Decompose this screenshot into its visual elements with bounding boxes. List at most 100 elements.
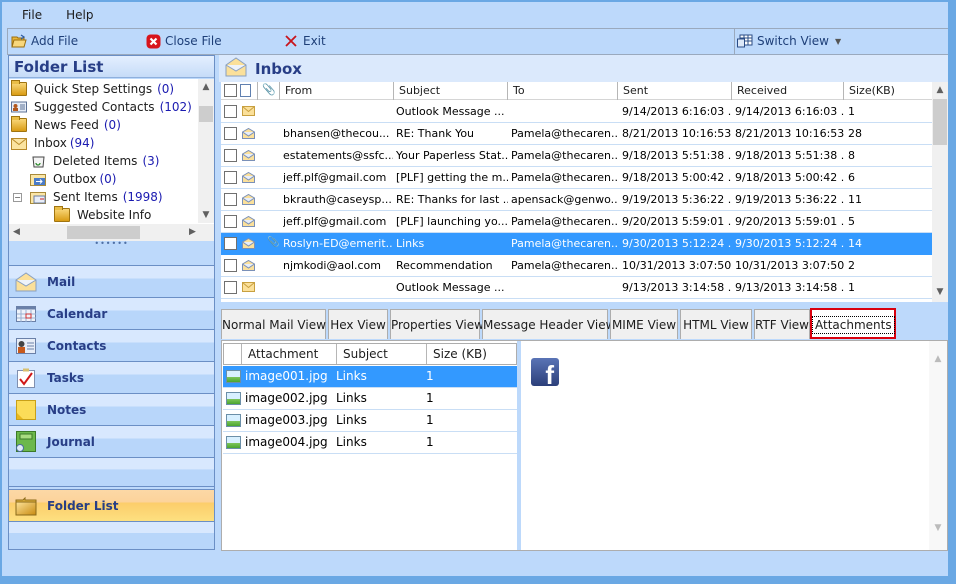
row-checkbox[interactable] bbox=[224, 259, 237, 272]
message-row[interactable]: 📎 Roslyn-ED@emerit... Links Pamela@thecaren… bbox=[221, 233, 932, 255]
tree-vertical-scrollbar[interactable]: ▲ ▼ bbox=[198, 79, 214, 223]
message-row[interactable]: jeff.plf@gmail.com [PLF] launching yo... P… bbox=[221, 211, 932, 233]
cell-subject: Links bbox=[336, 369, 367, 383]
attachment-row[interactable]: image001.jpg Links 1 bbox=[223, 366, 517, 388]
cell-size: 1 bbox=[426, 413, 434, 427]
tree-item-inbox[interactable]: Inbox (94) bbox=[11, 134, 94, 152]
column-subject[interactable]: Subject bbox=[336, 344, 427, 364]
attachment-row[interactable]: image003.jpg Links 1 bbox=[223, 410, 517, 432]
message-row[interactable]: bhansen@thecou... RE: Thank You Pamela@the… bbox=[221, 123, 932, 145]
message-row[interactable]: estatements@ssfc... Your Paperless Stat..… bbox=[221, 145, 932, 167]
tab-normal-mail-view[interactable]: Normal Mail View bbox=[221, 309, 326, 339]
scroll-thumb[interactable] bbox=[933, 99, 947, 145]
menu-file[interactable]: File bbox=[22, 8, 42, 22]
add-file-button[interactable]: Add File bbox=[11, 33, 78, 49]
switch-view-button[interactable]: Switch View ▼ bbox=[737, 33, 841, 49]
tree-item-suggested-contacts[interactable]: Suggested Contacts (102) bbox=[11, 98, 192, 116]
row-checkbox[interactable] bbox=[224, 149, 237, 162]
inbox-envelope-icon bbox=[225, 57, 247, 80]
scroll-down-icon[interactable]: ▼ bbox=[198, 207, 214, 223]
select-all-checkbox[interactable] bbox=[224, 84, 237, 97]
cell-from bbox=[283, 277, 393, 298]
scroll-left-icon[interactable]: ◀ bbox=[13, 224, 20, 241]
scroll-down-icon[interactable]: ▼ bbox=[932, 284, 948, 300]
grid-vertical-scrollbar[interactable]: ▲ ▼ bbox=[932, 82, 948, 302]
row-checkbox[interactable] bbox=[224, 237, 237, 250]
pane-splitter[interactable]: •••••• bbox=[9, 240, 214, 249]
attachment-row[interactable]: image002.jpg Links 1 bbox=[223, 388, 517, 410]
message-row[interactable]: Outlook Message ... 9/14/2013 6:16:03 ...… bbox=[221, 101, 932, 123]
row-checkbox[interactable] bbox=[224, 127, 237, 140]
nav-contacts[interactable]: Contacts bbox=[9, 329, 214, 361]
close-file-button[interactable]: Close File bbox=[145, 33, 222, 49]
tree-item-label: Website Info bbox=[77, 208, 152, 222]
row-checkbox[interactable] bbox=[224, 171, 237, 184]
tab-message-header-view[interactable]: Message Header View bbox=[482, 309, 615, 339]
column-size[interactable]: Size (KB) bbox=[426, 344, 516, 364]
row-checkbox[interactable] bbox=[224, 105, 237, 118]
nav-label: Calendar bbox=[47, 306, 108, 321]
menu-help[interactable]: Help bbox=[66, 8, 93, 22]
scroll-thumb[interactable] bbox=[67, 226, 140, 239]
read-mail-icon bbox=[242, 149, 255, 161]
column-size[interactable]: Size(KB) bbox=[843, 82, 932, 100]
tree-item-quick-step-settings[interactable]: Quick Step Settings (0) bbox=[11, 80, 174, 98]
column-attachment[interactable]: Attachment bbox=[241, 344, 337, 364]
column-subject[interactable]: Subject bbox=[393, 82, 507, 100]
nav-calendar[interactable]: Calendar bbox=[9, 297, 214, 329]
read-mail-icon bbox=[242, 259, 255, 271]
cell-name: image001.jpg bbox=[245, 369, 328, 383]
collapse-icon[interactable]: − bbox=[13, 192, 22, 202]
tree-item-outbox[interactable]: Outbox (0) bbox=[30, 170, 116, 188]
message-row[interactable]: njmkodi@aol.com Recommendation Pamela@thec… bbox=[221, 255, 932, 277]
nav-tasks[interactable]: Tasks bbox=[9, 361, 214, 393]
tab-rtf-view[interactable]: RTF View bbox=[754, 309, 810, 339]
nav-folder-list[interactable]: Folder List bbox=[9, 489, 214, 521]
scroll-up-icon[interactable]: ▲ bbox=[198, 79, 214, 95]
scroll-up-icon[interactable]: ▲ bbox=[930, 351, 946, 367]
tab-html-view[interactable]: HTML View bbox=[680, 309, 752, 339]
cell-from: Roslyn-ED@emerit... bbox=[283, 237, 393, 250]
tree-item-website-info[interactable]: Website Info bbox=[54, 206, 151, 224]
message-row[interactable]: bkrauth@caseysp... RE: Thanks for last ..… bbox=[221, 189, 932, 211]
attachment-row[interactable]: image004.jpg Links 1 bbox=[223, 432, 517, 454]
cell-size: 2 bbox=[848, 259, 855, 272]
facebook-logo-image: f bbox=[531, 358, 559, 386]
column-from[interactable]: From bbox=[279, 82, 393, 100]
row-checkbox[interactable] bbox=[224, 193, 237, 206]
row-checkbox[interactable] bbox=[224, 281, 237, 294]
mail-icon bbox=[15, 271, 37, 293]
cell-sent: 9/18/2013 5:00:42 ... bbox=[622, 171, 732, 184]
scroll-thumb[interactable] bbox=[199, 106, 213, 122]
inbox-icon bbox=[11, 136, 27, 150]
tree-item-label: Outbox bbox=[53, 172, 97, 186]
tree-item-deleted-items[interactable]: Deleted Items (3) bbox=[30, 152, 159, 170]
column-received[interactable]: Received bbox=[731, 82, 843, 100]
attachment-column-icon[interactable]: 📎 bbox=[262, 83, 276, 96]
outbox-icon bbox=[30, 172, 46, 186]
tree-item-count: (0) bbox=[99, 172, 117, 186]
message-row[interactable]: jeff.plf@gmail.com [PLF] getting the m...… bbox=[221, 167, 932, 189]
column-sent[interactable]: Sent bbox=[617, 82, 731, 100]
tab-attachments[interactable]: Attachments bbox=[810, 308, 896, 339]
tab-mime-view[interactable]: MIME View bbox=[610, 309, 678, 339]
preview-scrollbar[interactable]: ▲ ▼ bbox=[929, 341, 947, 550]
scroll-up-icon[interactable]: ▲ bbox=[932, 82, 948, 98]
scroll-right-icon[interactable]: ▶ bbox=[189, 224, 196, 241]
nav-notes[interactable]: Notes bbox=[9, 393, 214, 425]
tab-hex-view[interactable]: Hex View bbox=[328, 309, 388, 339]
tree-item-sent-items[interactable]: − Sent Items (1998) bbox=[13, 188, 163, 206]
exit-button[interactable]: Exit bbox=[283, 33, 326, 49]
scroll-down-icon[interactable]: ▼ bbox=[930, 520, 946, 536]
column-to[interactable]: To bbox=[507, 82, 617, 100]
row-checkbox[interactable] bbox=[224, 215, 237, 228]
message-row[interactable]: Outlook Message ... 9/13/2013 3:14:58 ...… bbox=[221, 277, 932, 299]
tab-properties-view[interactable]: Properties View bbox=[390, 309, 484, 339]
tree-item-news-feed[interactable]: News Feed (0) bbox=[11, 116, 121, 134]
nav-mail[interactable]: Mail bbox=[9, 265, 214, 297]
cell-name: image002.jpg bbox=[245, 391, 328, 405]
close-file-label: Close File bbox=[165, 34, 222, 48]
exit-x-icon bbox=[283, 33, 299, 49]
nav-journal[interactable]: Journal bbox=[9, 425, 214, 457]
cell-received: 9/13/2013 3:14:58 ... bbox=[735, 281, 845, 294]
